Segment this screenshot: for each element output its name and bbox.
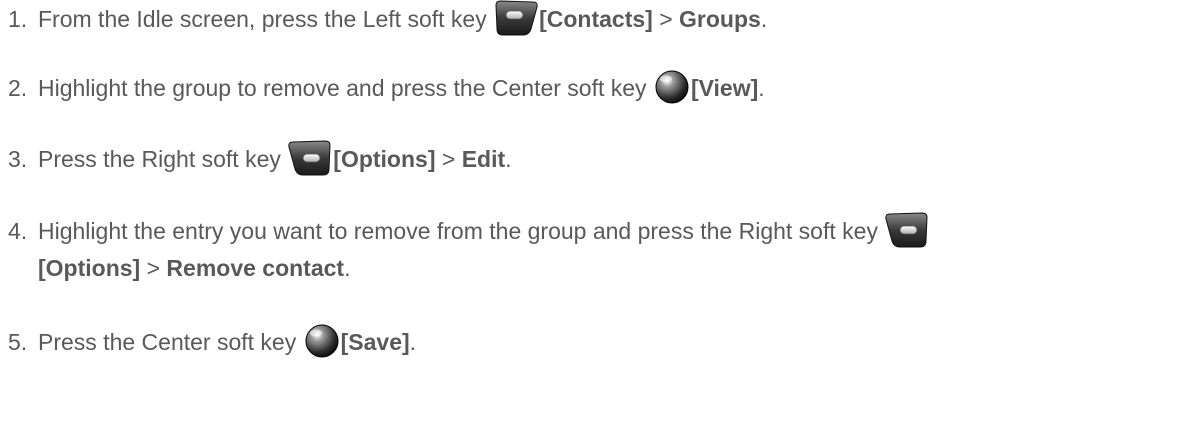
step-number: 4. <box>8 218 28 244</box>
key-label: [View] <box>690 75 759 101</box>
step-4-continued: [Options] > Remove contact. <box>38 249 350 287</box>
center-soft-key-icon <box>303 322 341 360</box>
key-label: [Contacts] <box>539 6 653 32</box>
step-number: 2. <box>8 75 28 101</box>
step-text: Highlight the entry you want to remove f… <box>38 218 885 244</box>
step-5: 5. Press the Center soft key [Save]. <box>8 323 416 363</box>
key-label: [Save] <box>340 329 410 355</box>
period: . <box>409 329 417 355</box>
step-text: Press the Center soft key <box>38 329 303 355</box>
step-number: 3. <box>8 146 28 172</box>
menu-target: Groups <box>679 6 761 32</box>
step-1: 1. From the Idle screen, press the Left s… <box>8 0 767 40</box>
step-number: 1. <box>8 6 28 32</box>
step-4: 4. Highlight the entry you want to remove… <box>8 212 930 252</box>
right-soft-key-icon <box>884 211 930 249</box>
key-label: [Options] <box>38 255 141 281</box>
left-soft-key-icon <box>493 0 539 37</box>
step-3: 3. Press the Right soft key [Options] > E… <box>8 140 512 180</box>
step-2: 2. Highlight the group to remove and pres… <box>8 69 765 109</box>
menu-target: Remove contact <box>166 255 345 281</box>
period: . <box>505 146 512 172</box>
step-text: From the Idle screen, press the Left sof… <box>38 6 494 32</box>
period: . <box>760 6 768 32</box>
step-number: 5. <box>8 329 28 355</box>
key-label: [Options] <box>333 146 436 172</box>
center-soft-key-icon <box>653 68 691 106</box>
separator: > <box>140 255 167 281</box>
step-text: Press the Right soft key <box>38 146 288 172</box>
menu-target: Edit <box>461 146 506 172</box>
period: . <box>344 255 351 281</box>
right-soft-key-icon <box>287 139 333 177</box>
separator: > <box>435 146 462 172</box>
step-text: Highlight the group to remove and press … <box>38 75 653 101</box>
separator: > <box>652 6 680 32</box>
period: . <box>758 75 765 101</box>
